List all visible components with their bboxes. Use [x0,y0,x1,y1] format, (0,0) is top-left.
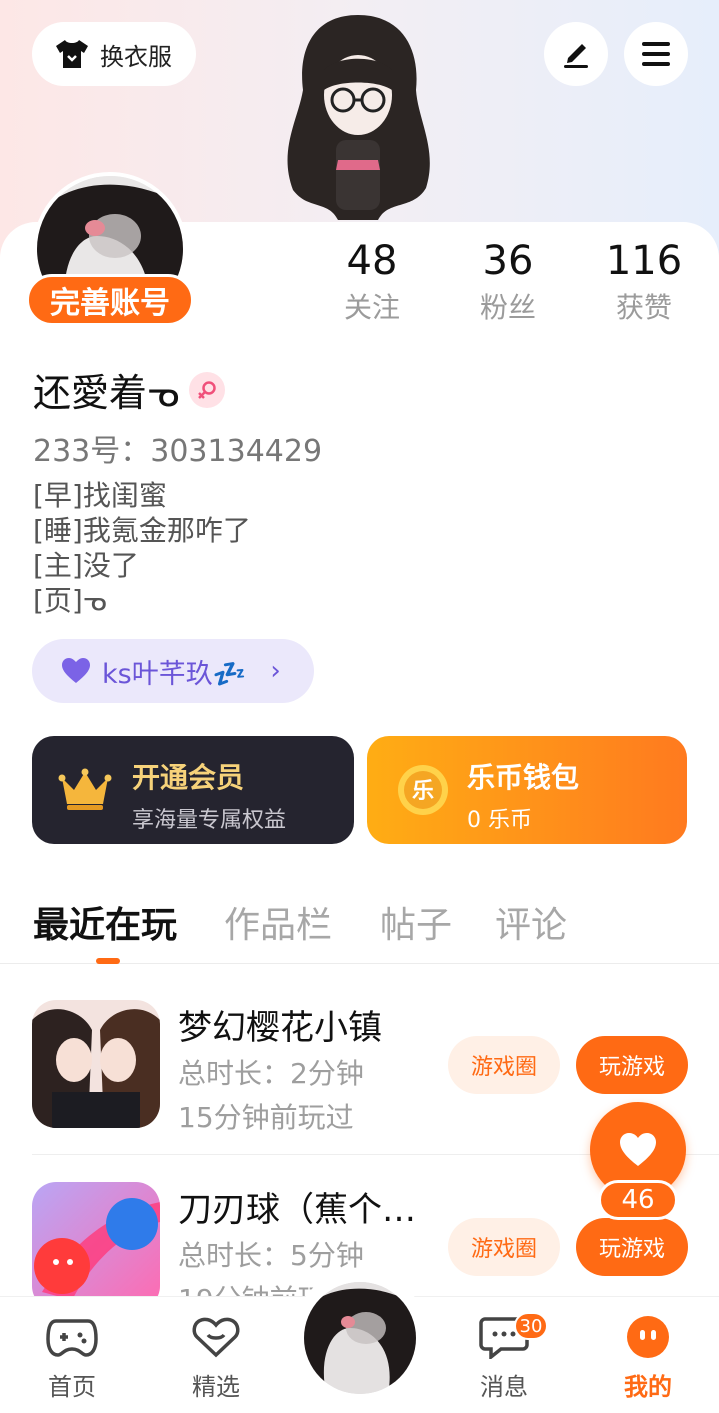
nav-mine[interactable]: 我的 [603,1315,693,1402]
relationship-tag[interactable]: ks叶芊玖💤 › [32,639,314,703]
list-item[interactable]: 梦幻樱花小镇 总时长：2分钟 15分钟前玩过 游戏圈 玩游戏 [32,1000,688,1170]
nickname: 还愛着ᓀ [33,362,226,417]
nickname-text: 还愛着ᓀ [33,371,180,415]
female-icon [189,371,226,408]
nav-messages-label: 消息 [480,1373,528,1401]
wallet-title: 乐币钱包 [467,761,580,794]
user-id: 233号：303134429 [33,434,323,469]
game-title: 梦幻樱花小镇 [178,1008,382,1048]
coin-icon: 乐 [398,765,448,815]
nav-featured[interactable]: 精选 [171,1315,261,1402]
gamepad-icon [46,1319,98,1357]
nav-featured-label: 精选 [192,1373,240,1401]
change-outfit-button[interactable]: 换衣服 [32,22,196,86]
wallet-balance: 0 乐币 [467,808,532,833]
stat-fans[interactable]: 36 粉丝 [448,236,568,328]
complete-account-badge[interactable]: 完善账号 [26,274,194,326]
bio-line: [页]ᓀ [33,584,107,617]
edit-profile-button[interactable] [544,22,608,86]
menu-button[interactable] [624,22,688,86]
stat-following-label: 关注 [343,291,400,324]
nav-center-avatar[interactable] [304,1282,416,1394]
heart-icon [62,658,90,683]
stat-fans-label: 粉丝 [479,291,536,324]
nav-home-label: 首页 [48,1373,96,1401]
wallet-card[interactable]: 乐 乐币钱包 0 乐币 [367,736,687,844]
relationship-tag-label: ks叶芊玖💤 [102,658,247,690]
stat-fans-value: 36 [482,238,534,284]
heart-outline-icon [192,1317,240,1358]
vip-subtitle: 享海量专属权益 [132,808,287,833]
game-title: 刀刃球（蕉个… [178,1190,416,1230]
hamburger-icon [642,42,670,66]
bio: [早]找闺蜜 [睡]我氪金那咋了 [主]没了 [页]ᓀ [33,478,251,618]
game-icon[interactable] [32,1000,160,1128]
stat-likes[interactable]: 116 获赞 [584,236,704,328]
profile-face-icon [627,1316,669,1358]
bio-line: [早]找闺蜜 [33,479,167,512]
bio-line: [睡]我氪金那咋了 [33,514,251,547]
tab-comments[interactable]: 评论 [495,896,567,948]
stat-likes-value: 116 [605,238,683,284]
character-figure[interactable] [268,10,448,225]
tab-works[interactable]: 作品栏 [224,896,332,948]
change-outfit-label: 换衣服 [100,42,172,71]
game-circle-button[interactable]: 游戏圈 [448,1218,560,1276]
tab-posts[interactable]: 帖子 [380,896,452,948]
heart-icon [620,1133,656,1166]
shirt-icon [56,40,88,68]
pen-icon [564,44,588,68]
tab-indicator [96,958,120,964]
bio-line: [主]没了 [33,549,139,582]
game-icon[interactable] [32,1182,160,1310]
stat-following[interactable]: 48 关注 [312,236,432,328]
like-count: 46 [598,1180,678,1220]
tab-recent[interactable]: 最近在玩 [33,896,177,948]
game-meta: 总时长：2分钟 15分钟前玩过 [178,1052,364,1140]
content-tabs: 最近在玩 作品栏 帖子 评论 [0,888,719,964]
coin-char: 乐 [412,779,434,804]
game-last-played: 15分钟前玩过 [178,1101,354,1134]
play-game-button[interactable]: 玩游戏 [576,1218,688,1276]
nav-mine-label: 我的 [624,1373,672,1401]
vip-card[interactable]: 开通会员 享海量专属权益 [32,736,354,844]
nav-center-avatar-image [304,1282,416,1394]
crown-icon [58,768,112,810]
stat-likes-label: 获赞 [615,291,672,324]
game-duration: 总时长：2分钟 [178,1057,364,1090]
messages-badge: 30 [514,1312,548,1340]
chevron-right-icon: › [270,656,281,686]
play-game-button[interactable]: 玩游戏 [576,1036,688,1094]
vip-title: 开通会员 [132,761,245,794]
nav-home[interactable]: 首页 [27,1315,117,1402]
stat-following-value: 48 [346,238,398,284]
game-circle-button[interactable]: 游戏圈 [448,1036,560,1094]
